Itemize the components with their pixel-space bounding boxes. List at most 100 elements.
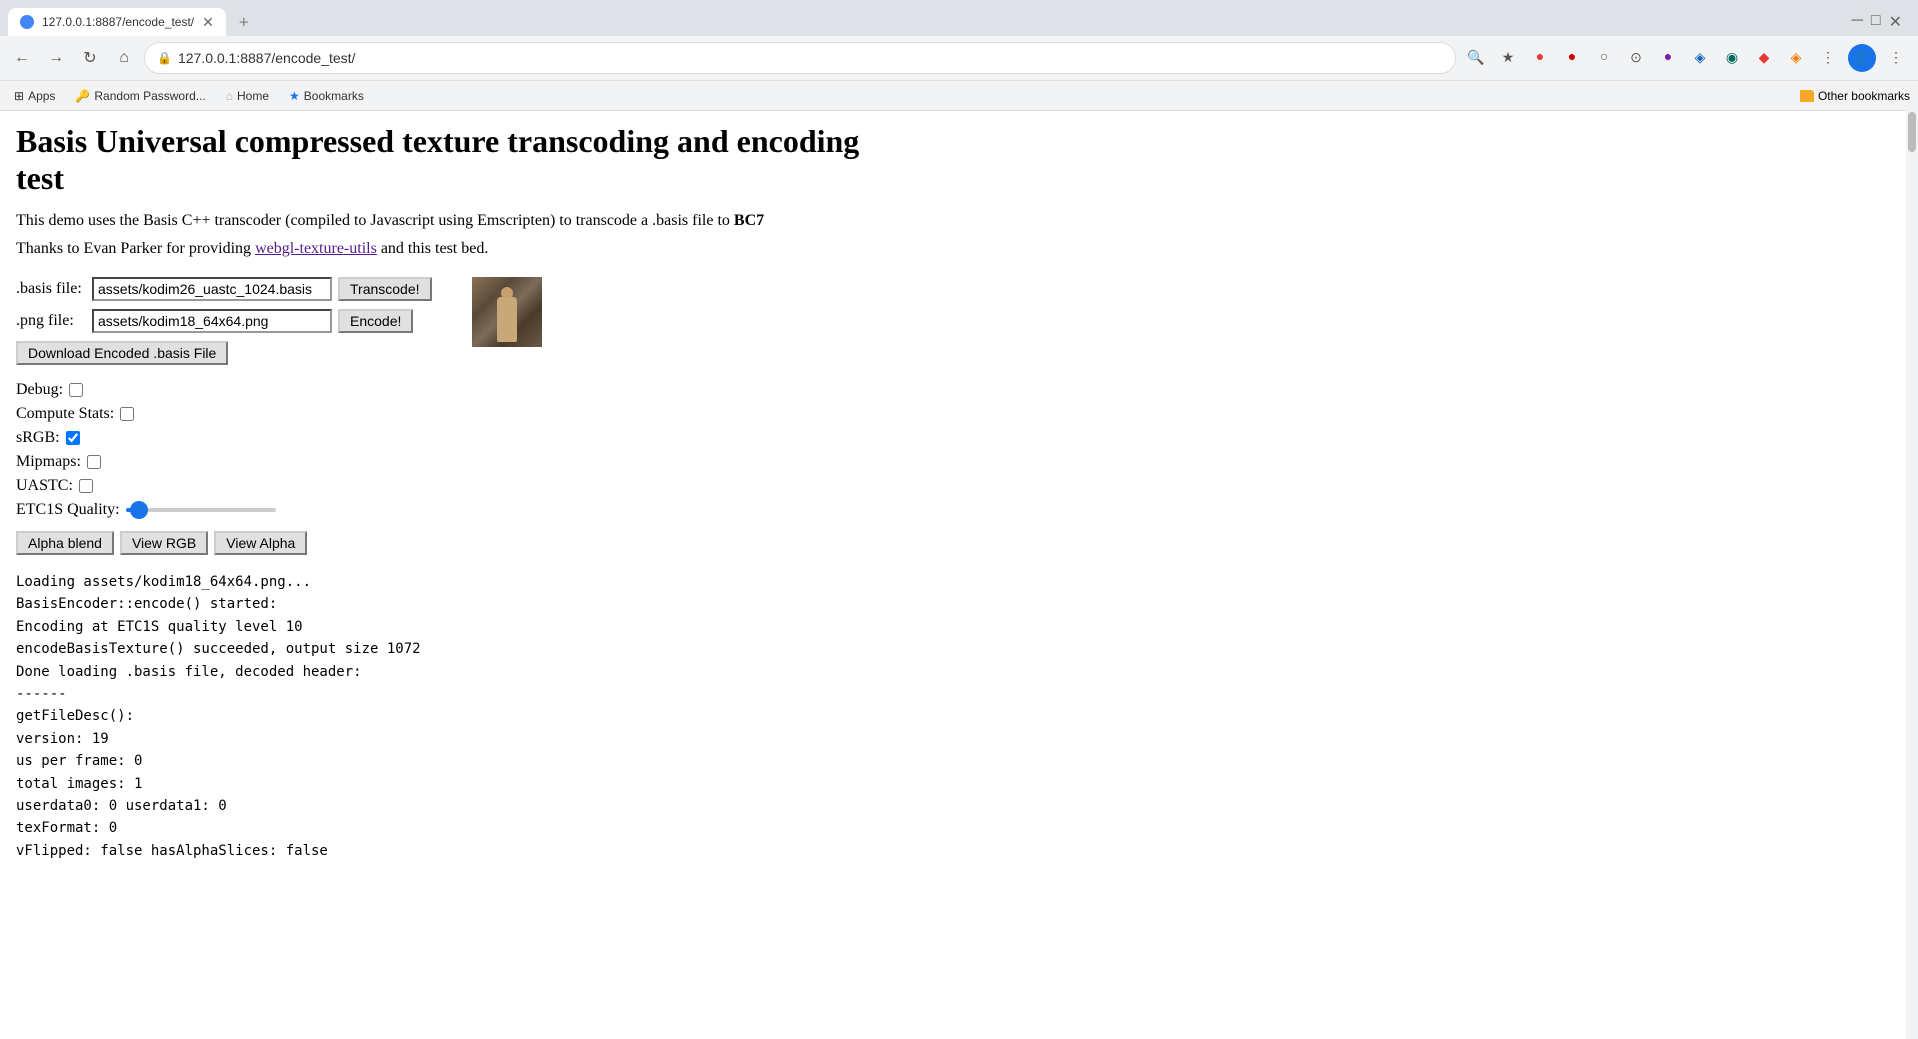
extension-icon-9[interactable]: ◈	[1782, 44, 1810, 72]
extension-icon-1[interactable]: ●	[1526, 44, 1554, 72]
uastc-checkbox[interactable]	[79, 479, 93, 493]
minimize-button[interactable]: ─	[1852, 12, 1863, 32]
download-row: Download Encoded .basis File	[16, 341, 432, 373]
address-bar[interactable]: 🔒 127.0.0.1:8887/encode_test/	[144, 42, 1456, 74]
mipmaps-label: Mipmaps:	[16, 453, 81, 471]
encode-button[interactable]: Encode!	[338, 309, 413, 333]
etc1s-quality-row: ETC1S Quality:	[16, 501, 432, 519]
alpha-blend-button[interactable]: Alpha blend	[16, 531, 114, 555]
debug-checkbox[interactable]	[69, 383, 83, 397]
transcode-button[interactable]: Transcode!	[338, 277, 432, 301]
profile-icon[interactable]: 👤	[1848, 44, 1876, 72]
png-file-row: .png file: Encode!	[16, 309, 432, 333]
mipmaps-row: Mipmaps:	[16, 453, 432, 471]
bookmark-apps[interactable]: ⊞ Apps	[8, 87, 61, 105]
home-icon: ⌂	[226, 89, 233, 103]
bookmarks-label: Bookmarks	[304, 89, 364, 103]
maximize-button[interactable]: □	[1871, 12, 1881, 32]
basis-file-row: .basis file: Transcode!	[16, 277, 432, 301]
tab-title: 127.0.0.1:8887/encode_test/	[42, 15, 194, 29]
extension-icon-7[interactable]: ◉	[1718, 44, 1746, 72]
apps-grid-icon: ⊞	[14, 89, 24, 103]
log-line: getFileDesc():	[16, 705, 884, 727]
bookmark-bookmarks[interactable]: ★ Bookmarks	[283, 87, 370, 105]
browser-toolbar: 🔍 ★ ● ● ○ ⊙ ● ◈ ◉ ◆ ◈ ⋮	[1462, 44, 1842, 72]
lock-icon: 🔒	[157, 51, 172, 65]
tab-close-button[interactable]: ✕	[202, 14, 214, 31]
log-line: us per frame: 0	[16, 750, 884, 772]
webgl-link[interactable]: webgl-texture-utils	[255, 240, 377, 257]
uastc-label: UASTC:	[16, 477, 73, 495]
image-figure-body	[497, 297, 517, 342]
description-line-1: This demo uses the Basis C++ transcoder …	[16, 209, 884, 233]
bookmark-random-password[interactable]: 🔑 Random Password...	[69, 87, 211, 105]
log-line: total images: 1	[16, 773, 884, 795]
extension-icon-6[interactable]: ◈	[1686, 44, 1714, 72]
view-rgb-button[interactable]: View RGB	[120, 531, 208, 555]
preview-image-container	[472, 277, 542, 571]
reload-button[interactable]: ↻	[76, 44, 104, 72]
log-line: BasisEncoder::encode() started:	[16, 593, 884, 615]
home-label: Home	[237, 89, 269, 103]
log-line: Loading assets/kodim18_64x64.png...	[16, 571, 884, 593]
compute-stats-checkbox[interactable]	[120, 407, 134, 421]
browser-chrome: 127.0.0.1:8887/encode_test/ ✕ + ─ □ ✕ ← …	[0, 0, 1918, 111]
form-section: .basis file: Transcode! .png file: Encod…	[16, 277, 884, 571]
preview-image	[472, 277, 542, 347]
random-password-icon: 🔑	[75, 89, 90, 103]
tab-bar: 127.0.0.1:8887/encode_test/ ✕ + ─ □ ✕	[0, 0, 1918, 36]
srgb-label: sRGB:	[16, 429, 60, 447]
png-file-input[interactable]	[92, 309, 332, 333]
log-section: Loading assets/kodim18_64x64.png...Basis…	[16, 571, 884, 862]
star-icon[interactable]: ★	[1494, 44, 1522, 72]
scrollbar-thumb[interactable]	[1908, 112, 1916, 152]
new-tab-button[interactable]: +	[230, 8, 258, 36]
extension-icon-2[interactable]: ●	[1558, 44, 1586, 72]
home-button[interactable]: ⌂	[110, 44, 138, 72]
apps-label: Apps	[28, 89, 55, 103]
mipmaps-checkbox[interactable]	[87, 455, 101, 469]
bookmarks-star-icon: ★	[289, 89, 300, 103]
page-title: Basis Universal compressed texture trans…	[16, 123, 884, 197]
log-line: encodeBasisTexture() succeeded, output s…	[16, 638, 884, 660]
other-bookmarks-label: Other bookmarks	[1818, 89, 1910, 103]
uastc-row: UASTC:	[16, 477, 432, 495]
extension-icon-3[interactable]: ○	[1590, 44, 1618, 72]
srgb-row: sRGB:	[16, 429, 432, 447]
bookmark-home[interactable]: ⌂ Home	[220, 87, 275, 105]
srgb-checkbox[interactable]	[66, 431, 80, 445]
extension-icon-5[interactable]: ●	[1654, 44, 1682, 72]
random-password-label: Random Password...	[94, 89, 205, 103]
forward-button[interactable]: →	[42, 44, 70, 72]
compute-stats-row: Compute Stats:	[16, 405, 432, 423]
menu-button[interactable]: ⋮	[1882, 44, 1910, 72]
back-button[interactable]: ←	[8, 44, 36, 72]
window-controls: ─ □ ✕	[1852, 8, 1910, 32]
log-line: Done loading .basis file, decoded header…	[16, 661, 884, 683]
basis-file-input[interactable]	[92, 277, 332, 301]
extension-icon-4[interactable]: ⊙	[1622, 44, 1650, 72]
page-content: Basis Universal compressed texture trans…	[0, 111, 900, 874]
log-line: vFlipped: false hasAlphaSlices: false	[16, 840, 884, 862]
active-tab[interactable]: 127.0.0.1:8887/encode_test/ ✕	[8, 8, 226, 36]
description-line-2: Thanks to Evan Parker for providing webg…	[16, 237, 884, 261]
search-icon[interactable]: 🔍	[1462, 44, 1490, 72]
bookmarks-bar: ⊞ Apps 🔑 Random Password... ⌂ Home ★ Boo…	[0, 80, 1918, 110]
tab-favicon	[20, 15, 34, 29]
png-file-label: .png file:	[16, 312, 86, 330]
compute-stats-label: Compute Stats:	[16, 405, 114, 423]
scrollbar[interactable]	[1906, 110, 1918, 1039]
close-window-button[interactable]: ✕	[1889, 12, 1902, 32]
download-button[interactable]: Download Encoded .basis File	[16, 341, 228, 365]
view-alpha-button[interactable]: View Alpha	[214, 531, 307, 555]
extension-icon-8[interactable]: ◆	[1750, 44, 1778, 72]
etc1s-quality-slider[interactable]	[126, 508, 276, 512]
nav-bar: ← → ↻ ⌂ 🔒 127.0.0.1:8887/encode_test/ 🔍 …	[0, 36, 1918, 80]
folder-icon	[1800, 90, 1814, 102]
log-line: Encoding at ETC1S quality level 10	[16, 616, 884, 638]
settings-icon[interactable]: ⋮	[1814, 44, 1842, 72]
log-line: version: 19	[16, 728, 884, 750]
etc1s-quality-label: ETC1S Quality:	[16, 501, 120, 519]
other-bookmarks[interactable]: Other bookmarks	[1800, 89, 1910, 103]
address-text: 127.0.0.1:8887/encode_test/	[178, 50, 1443, 66]
